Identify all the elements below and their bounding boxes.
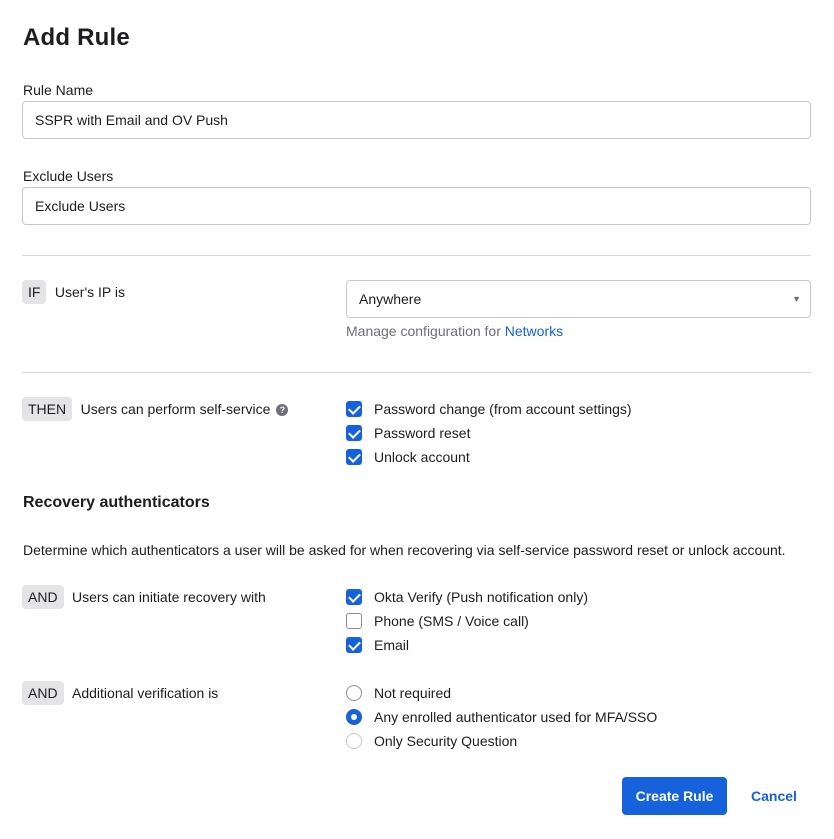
if-condition-text: User's IP is bbox=[54, 284, 126, 300]
rule-name-value: SSPR with Email and OV Push bbox=[35, 112, 228, 128]
rule-name-label: Rule Name bbox=[23, 82, 94, 98]
exclude-users-input[interactable]: Exclude Users bbox=[22, 187, 811, 225]
networks-link[interactable]: Networks bbox=[505, 323, 563, 339]
option-label: Okta Verify (Push notification only) bbox=[374, 589, 588, 605]
and-recovery-text: Users can initiate recovery with bbox=[72, 589, 266, 605]
rule-name-input[interactable]: SSPR with Email and OV Push bbox=[22, 101, 811, 139]
exclude-users-label: Exclude Users bbox=[23, 168, 114, 184]
option-only-security-question[interactable]: Only Security Question bbox=[346, 732, 517, 750]
option-label: Unlock account bbox=[374, 449, 470, 465]
checkbox-checked-icon[interactable] bbox=[346, 637, 362, 653]
question-icon[interactable]: ? bbox=[276, 404, 289, 416]
option-label: Email bbox=[374, 637, 410, 653]
cancel-button[interactable]: Cancel bbox=[742, 777, 806, 815]
radio-unselected-icon[interactable] bbox=[346, 685, 362, 701]
if-condition: IF User's IP is bbox=[22, 280, 125, 304]
option-label: Not required bbox=[374, 685, 452, 701]
option-okta-verify[interactable]: Okta Verify (Push notification only) bbox=[346, 588, 588, 606]
exclude-users-placeholder: Exclude Users bbox=[35, 198, 126, 214]
option-phone[interactable]: Phone (SMS / Voice call) bbox=[346, 612, 529, 630]
option-label: Phone (SMS / Voice call) bbox=[374, 613, 529, 629]
recovery-section-description: Determine which authenticators a user wi… bbox=[23, 542, 786, 558]
option-label: Password change (from account settings) bbox=[374, 401, 632, 417]
page-title: Add Rule bbox=[23, 24, 130, 51]
ip-select-value: Anywhere bbox=[359, 291, 422, 307]
ip-select[interactable]: Anywhere ▼ bbox=[346, 280, 811, 318]
option-password-reset[interactable]: Password reset bbox=[346, 424, 470, 442]
option-password-change[interactable]: Password change (from account settings) bbox=[346, 400, 632, 418]
chevron-down-icon: ▼ bbox=[792, 294, 801, 304]
and-tag: AND bbox=[22, 585, 64, 609]
checkbox-checked-icon[interactable] bbox=[346, 589, 362, 605]
option-email[interactable]: Email bbox=[346, 636, 409, 654]
if-tag: IF bbox=[22, 280, 47, 304]
checkbox-unchecked-icon[interactable] bbox=[346, 613, 362, 629]
networks-help-text: Manage configuration for bbox=[346, 323, 505, 339]
option-label: Any enrolled authenticator used for MFA/… bbox=[374, 709, 658, 725]
checkbox-checked-icon[interactable] bbox=[346, 401, 362, 417]
then-tag: THEN bbox=[22, 397, 73, 421]
create-rule-button[interactable]: Create Rule bbox=[622, 777, 727, 815]
and-tag: AND bbox=[22, 681, 64, 705]
option-any-enrolled-authenticator[interactable]: Any enrolled authenticator used for MFA/… bbox=[346, 708, 657, 726]
divider bbox=[22, 372, 811, 373]
checkbox-checked-icon[interactable] bbox=[346, 425, 362, 441]
option-label: Only Security Question bbox=[374, 733, 518, 749]
then-condition-text: Users can perform self-service bbox=[80, 401, 271, 417]
then-condition: THEN Users can perform self-service? bbox=[22, 397, 289, 421]
option-label: Password reset bbox=[374, 425, 471, 441]
radio-selected-icon[interactable] bbox=[346, 709, 362, 725]
checkbox-checked-icon[interactable] bbox=[346, 449, 362, 465]
networks-help: Manage configuration for Networks bbox=[346, 323, 563, 339]
divider bbox=[22, 255, 811, 256]
and-recovery-condition: AND Users can initiate recovery with bbox=[22, 585, 266, 609]
option-not-required[interactable]: Not required bbox=[346, 684, 451, 702]
recovery-section-title: Recovery authenticators bbox=[23, 494, 210, 511]
and-verification-text: Additional verification is bbox=[72, 685, 219, 701]
radio-disabled-icon[interactable] bbox=[346, 733, 362, 749]
and-verification-condition: AND Additional verification is bbox=[22, 681, 218, 705]
option-unlock-account[interactable]: Unlock account bbox=[346, 448, 470, 466]
